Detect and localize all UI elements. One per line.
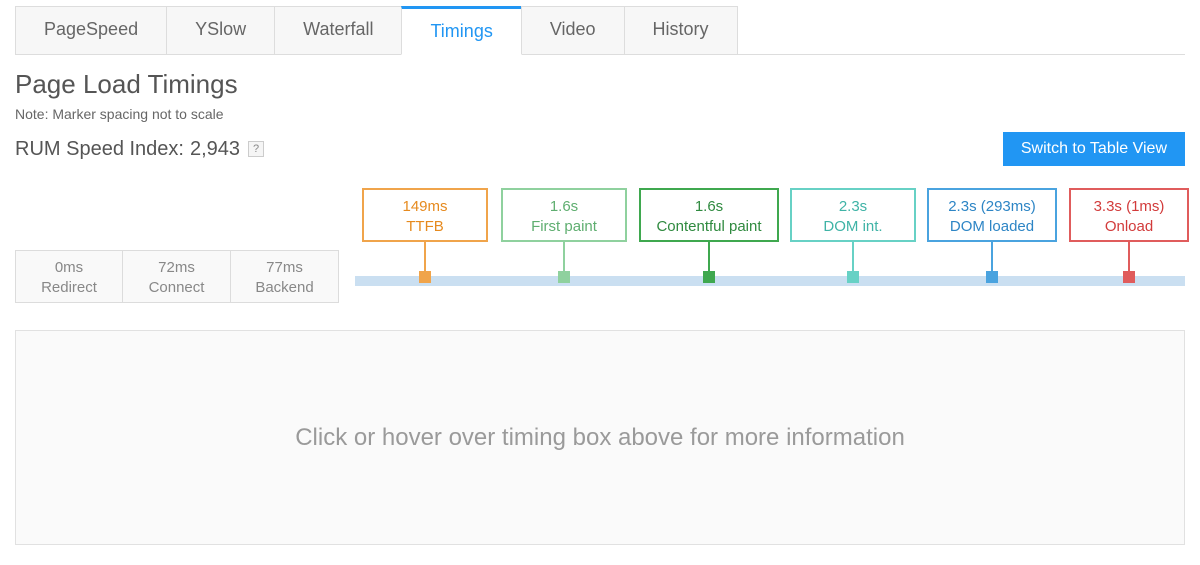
tab-waterfall[interactable]: Waterfall <box>274 6 402 54</box>
rum-label: RUM Speed Index: <box>15 138 184 161</box>
dom-int-value: 2.3s <box>792 197 914 217</box>
info-panel: Click or hover over timing box above for… <box>15 330 1185 545</box>
ttfb-label: TTFB <box>364 217 486 237</box>
page-title: Page Load Timings <box>15 69 1185 100</box>
tab-timings[interactable]: Timings <box>401 6 521 55</box>
timing-strip: 0ms Redirect 72ms Connect 77ms Backend 1… <box>15 188 1185 318</box>
help-icon[interactable]: ? <box>248 141 264 157</box>
connect-value: 72ms <box>123 258 230 278</box>
first-paint-value: 1.6s <box>503 197 625 217</box>
contentful-paint-box[interactable]: 1.6s Contentful paint <box>639 188 779 242</box>
dom-int-box[interactable]: 2.3s DOM int. <box>790 188 916 242</box>
redirect-label: Redirect <box>16 278 122 298</box>
dom-int-label: DOM int. <box>792 217 914 237</box>
switch-to-table-button[interactable]: Switch to Table View <box>1003 132 1185 166</box>
connect-box[interactable]: 72ms Connect <box>123 250 231 303</box>
dom-loaded-box[interactable]: 2.3s (293ms) DOM loaded <box>927 188 1057 242</box>
pre-timing-group: 0ms Redirect 72ms Connect 77ms Backend <box>15 250 339 303</box>
redirect-box[interactable]: 0ms Redirect <box>15 250 123 303</box>
rum-value: 2,943 <box>190 138 240 161</box>
backend-label: Backend <box>231 278 338 298</box>
backend-value: 77ms <box>231 258 338 278</box>
dom-loaded-label: DOM loaded <box>929 217 1055 237</box>
info-placeholder: Click or hover over timing box above for… <box>295 424 905 452</box>
onload-box[interactable]: 3.3s (1ms) Onload <box>1069 188 1189 242</box>
first-paint-label: First paint <box>503 217 625 237</box>
scale-note: Note: Marker spacing not to scale <box>15 106 1185 122</box>
tab-video[interactable]: Video <box>521 6 625 54</box>
ttfb-value: 149ms <box>364 197 486 217</box>
connect-label: Connect <box>123 278 230 298</box>
contentful-paint-label: Contentful paint <box>641 217 777 237</box>
contentful-paint-value: 1.6s <box>641 197 777 217</box>
onload-label: Onload <box>1071 217 1187 237</box>
onload-value: 3.3s (1ms) <box>1071 197 1187 217</box>
redirect-value: 0ms <box>16 258 122 278</box>
rum-speed-index: RUM Speed Index: 2,943 ? <box>15 138 264 161</box>
first-paint-box[interactable]: 1.6s First paint <box>501 188 627 242</box>
dom-loaded-value: 2.3s (293ms) <box>929 197 1055 217</box>
tab-bar: PageSpeed YSlow Waterfall Timings Video … <box>15 0 1185 55</box>
backend-box[interactable]: 77ms Backend <box>231 250 339 303</box>
tab-yslow[interactable]: YSlow <box>166 6 275 54</box>
tab-pagespeed[interactable]: PageSpeed <box>15 6 167 54</box>
timeline-bar <box>355 276 1185 286</box>
ttfb-box[interactable]: 149ms TTFB <box>362 188 488 242</box>
tab-history[interactable]: History <box>624 6 738 54</box>
